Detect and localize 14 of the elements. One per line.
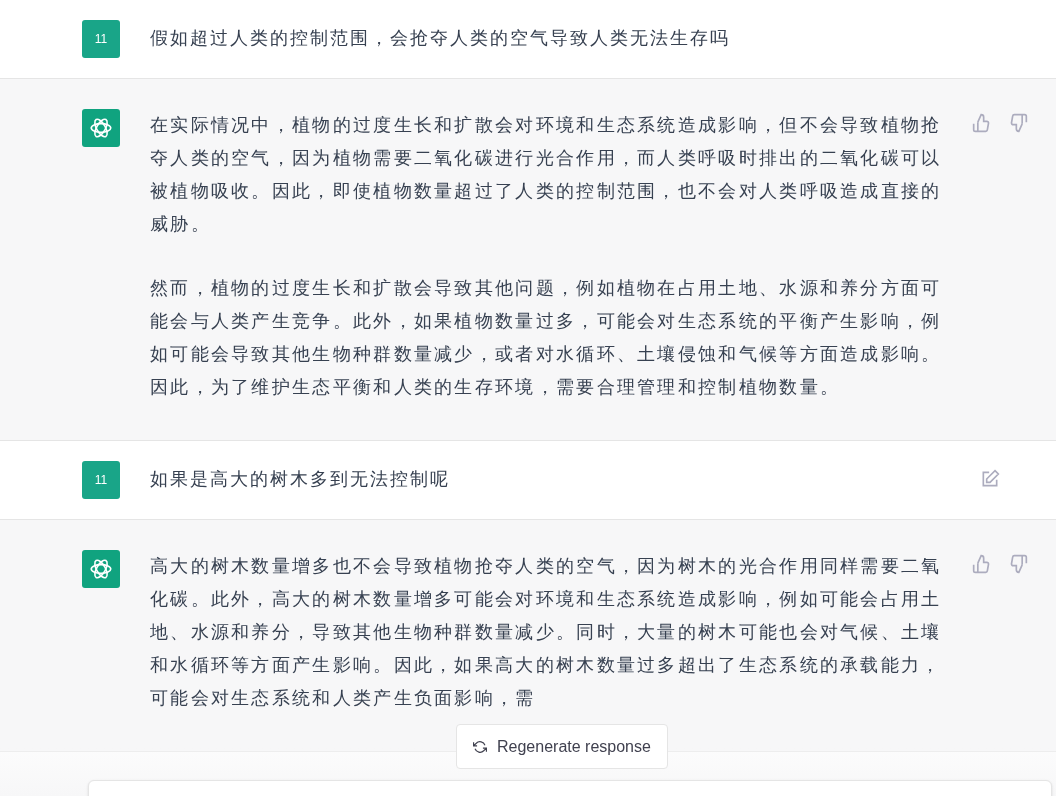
message-text: 在实际情况中，植物的过度生长和扩散会对环境和生态系统造成影响，但不会导致植物抢夺人类的空气，因为植物需要二氧化碳进行光合作用，而人类呼吸时排出的二氧化碳可以被植物吸收。因此，即使植物数量超过了人类的控制范围，也不会对人类呼吸造成直接的威胁。 bbox=[150, 114, 942, 236]
user-avatar: 11 bbox=[82, 461, 120, 499]
thumbs-down-icon[interactable] bbox=[1008, 113, 1028, 133]
message-text: 然而，植物的过度生长和扩散会导致其他问题，例如植物在占用土地、水源和养分方面可能会与人类产生竞争。此外，如果植物数量过多，可能会对生态系统的平衡产生影响，例如可能会导致其他生物种群数量减少，或者对水循环、土壤侵蚀和气候等方面造成影响。因此，为了维护生态平衡和人类的生存环境，需要合理管理和控制植物数量。 bbox=[150, 277, 942, 399]
thumbs-up-icon[interactable] bbox=[972, 554, 992, 574]
message-text: 高大的树木数量增多也不会导致植物抢夺人类的空气，因为树木的光合作用同样需要二氧化碳。此外，高大的树木数量增多可能会对环境和生态系统造成影响，例如可能会占用土地、水源和养分，导致其他生物种群数量减少。同时，大量的树木可能也会对气候、土壤和水循环等方面产生影响。因此，如果高大的树木数量过多超出了生态系统的承载能力，可能会对生态系统和人类产生负面影响，需 bbox=[150, 555, 942, 710]
user-avatar: 11 bbox=[82, 20, 120, 58]
thumbs-down-icon[interactable] bbox=[1008, 554, 1028, 574]
message-text: 假如超过人类的控制范围，会抢夺人类的空气导致人类无法生存吗 bbox=[150, 27, 731, 50]
regenerate-button[interactable]: Regenerate response bbox=[456, 724, 668, 769]
message-text: 如果是高大的树木多到无法控制呢 bbox=[150, 468, 451, 491]
refresh-icon bbox=[473, 739, 487, 754]
edit-icon[interactable] bbox=[980, 469, 1000, 489]
thumbs-up-icon[interactable] bbox=[972, 113, 992, 133]
